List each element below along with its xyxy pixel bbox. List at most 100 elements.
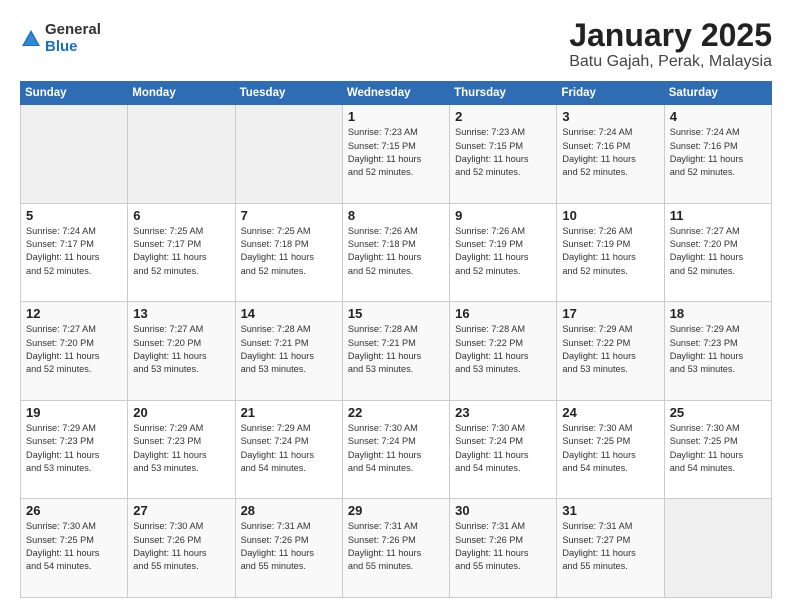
day-info: Sunrise: 7:25 AM Sunset: 7:17 PM Dayligh… bbox=[133, 225, 229, 278]
day-cell: 31Sunrise: 7:31 AM Sunset: 7:27 PM Dayli… bbox=[557, 499, 664, 598]
logo-icon bbox=[20, 28, 42, 50]
header-row: SundayMondayTuesdayWednesdayThursdayFrid… bbox=[21, 82, 772, 105]
day-info: Sunrise: 7:23 AM Sunset: 7:15 PM Dayligh… bbox=[348, 126, 444, 179]
week-row-0: 1 Sunrise: 7:23 AM Sunset: 7:15 PM Daylig… bbox=[21, 105, 772, 204]
day-info: Sunrise: 7:31 AM Sunset: 7:26 PM Dayligh… bbox=[455, 520, 551, 573]
day-info: Sunrise: 7:24 AM Sunset: 7:16 PM Dayligh… bbox=[562, 126, 658, 179]
day-number: 4 bbox=[670, 109, 766, 124]
day-number: 14 bbox=[241, 306, 337, 321]
day-cell bbox=[664, 499, 771, 598]
day-cell: 23Sunrise: 7:30 AM Sunset: 7:24 PM Dayli… bbox=[450, 400, 557, 499]
day-number: 29 bbox=[348, 503, 444, 518]
day-cell: 15 Sunrise: 7:28 AM Sunset: 7:21 PM Dayli… bbox=[342, 302, 449, 401]
day-cell: 11 Sunrise: 7:27 AM Sunset: 7:20 PM Dayli… bbox=[664, 203, 771, 302]
header-cell-sunday: Sunday bbox=[21, 82, 128, 105]
day-number: 28 bbox=[241, 503, 337, 518]
day-cell: 20Sunrise: 7:29 AM Sunset: 7:23 PM Dayli… bbox=[128, 400, 235, 499]
day-info: Sunrise: 7:31 AM Sunset: 7:27 PM Dayligh… bbox=[562, 520, 658, 573]
day-info: Sunrise: 7:26 AM Sunset: 7:18 PM Dayligh… bbox=[348, 225, 444, 278]
day-info: Sunrise: 7:31 AM Sunset: 7:26 PM Dayligh… bbox=[241, 520, 337, 573]
day-number: 11 bbox=[670, 208, 766, 223]
day-cell: 6Sunrise: 7:25 AM Sunset: 7:17 PM Daylig… bbox=[128, 203, 235, 302]
day-info: Sunrise: 7:29 AM Sunset: 7:23 PM Dayligh… bbox=[670, 323, 766, 376]
day-cell: 26 Sunrise: 7:30 AM Sunset: 7:25 PM Dayli… bbox=[21, 499, 128, 598]
day-number: 25 bbox=[670, 405, 766, 420]
day-cell bbox=[235, 105, 342, 204]
day-info: Sunrise: 7:29 AM Sunset: 7:23 PM Dayligh… bbox=[26, 422, 122, 475]
day-info: Sunrise: 7:29 AM Sunset: 7:24 PM Dayligh… bbox=[241, 422, 337, 475]
day-cell: 14 Sunrise: 7:28 AM Sunset: 7:21 PM Dayli… bbox=[235, 302, 342, 401]
day-info: Sunrise: 7:28 AM Sunset: 7:21 PM Dayligh… bbox=[348, 323, 444, 376]
day-number: 17 bbox=[562, 306, 658, 321]
day-cell: 2Sunrise: 7:23 AM Sunset: 7:15 PM Daylig… bbox=[450, 105, 557, 204]
day-cell: 17Sunrise: 7:29 AM Sunset: 7:22 PM Dayli… bbox=[557, 302, 664, 401]
calendar-page: General Blue January 2025 Batu Gajah, Pe… bbox=[0, 0, 792, 612]
day-info: Sunrise: 7:27 AM Sunset: 7:20 PM Dayligh… bbox=[26, 323, 122, 376]
day-number: 30 bbox=[455, 503, 551, 518]
day-number: 10 bbox=[562, 208, 658, 223]
day-cell bbox=[128, 105, 235, 204]
day-info: Sunrise: 7:28 AM Sunset: 7:21 PM Dayligh… bbox=[241, 323, 337, 376]
week-row-4: 26 Sunrise: 7:30 AM Sunset: 7:25 PM Dayli… bbox=[21, 499, 772, 598]
logo-blue: Blue bbox=[45, 39, 101, 56]
day-cell: 12Sunrise: 7:27 AM Sunset: 7:20 PM Dayli… bbox=[21, 302, 128, 401]
day-info: Sunrise: 7:30 AM Sunset: 7:24 PM Dayligh… bbox=[455, 422, 551, 475]
day-info: Sunrise: 7:30 AM Sunset: 7:26 PM Dayligh… bbox=[133, 520, 229, 573]
day-cell: 18 Sunrise: 7:29 AM Sunset: 7:23 PM Dayli… bbox=[664, 302, 771, 401]
week-row-3: 19 Sunrise: 7:29 AM Sunset: 7:23 PM Dayli… bbox=[21, 400, 772, 499]
day-info: Sunrise: 7:28 AM Sunset: 7:22 PM Dayligh… bbox=[455, 323, 551, 376]
day-cell: 9 Sunrise: 7:26 AM Sunset: 7:19 PM Daylig… bbox=[450, 203, 557, 302]
header-cell-saturday: Saturday bbox=[664, 82, 771, 105]
day-info: Sunrise: 7:30 AM Sunset: 7:25 PM Dayligh… bbox=[26, 520, 122, 573]
week-row-1: 5Sunrise: 7:24 AM Sunset: 7:17 PM Daylig… bbox=[21, 203, 772, 302]
day-info: Sunrise: 7:24 AM Sunset: 7:16 PM Dayligh… bbox=[670, 126, 766, 179]
day-info: Sunrise: 7:29 AM Sunset: 7:23 PM Dayligh… bbox=[133, 422, 229, 475]
header: General Blue January 2025 Batu Gajah, Pe… bbox=[20, 18, 772, 71]
logo-general: General bbox=[45, 22, 101, 39]
day-cell: 19 Sunrise: 7:29 AM Sunset: 7:23 PM Dayli… bbox=[21, 400, 128, 499]
day-info: Sunrise: 7:27 AM Sunset: 7:20 PM Dayligh… bbox=[670, 225, 766, 278]
logo: General Blue bbox=[20, 22, 101, 55]
title-block: January 2025 Batu Gajah, Perak, Malaysia bbox=[569, 18, 772, 71]
day-number: 3 bbox=[562, 109, 658, 124]
day-number: 21 bbox=[241, 405, 337, 420]
header-cell-tuesday: Tuesday bbox=[235, 82, 342, 105]
day-number: 8 bbox=[348, 208, 444, 223]
day-info: Sunrise: 7:27 AM Sunset: 7:20 PM Dayligh… bbox=[133, 323, 229, 376]
day-cell: 30 Sunrise: 7:31 AM Sunset: 7:26 PM Dayli… bbox=[450, 499, 557, 598]
day-number: 19 bbox=[26, 405, 122, 420]
day-cell: 1 Sunrise: 7:23 AM Sunset: 7:15 PM Daylig… bbox=[342, 105, 449, 204]
week-row-2: 12Sunrise: 7:27 AM Sunset: 7:20 PM Dayli… bbox=[21, 302, 772, 401]
day-number: 1 bbox=[348, 109, 444, 124]
day-number: 13 bbox=[133, 306, 229, 321]
day-cell: 13 Sunrise: 7:27 AM Sunset: 7:20 PM Dayli… bbox=[128, 302, 235, 401]
calendar-table: SundayMondayTuesdayWednesdayThursdayFrid… bbox=[20, 81, 772, 598]
day-number: 27 bbox=[133, 503, 229, 518]
day-cell: 3 Sunrise: 7:24 AM Sunset: 7:16 PM Daylig… bbox=[557, 105, 664, 204]
day-number: 26 bbox=[26, 503, 122, 518]
day-cell: 4 Sunrise: 7:24 AM Sunset: 7:16 PM Daylig… bbox=[664, 105, 771, 204]
day-cell: 24 Sunrise: 7:30 AM Sunset: 7:25 PM Dayli… bbox=[557, 400, 664, 499]
header-cell-wednesday: Wednesday bbox=[342, 82, 449, 105]
day-info: Sunrise: 7:25 AM Sunset: 7:18 PM Dayligh… bbox=[241, 225, 337, 278]
day-cell bbox=[21, 105, 128, 204]
day-cell: 8 Sunrise: 7:26 AM Sunset: 7:18 PM Daylig… bbox=[342, 203, 449, 302]
header-cell-thursday: Thursday bbox=[450, 82, 557, 105]
day-cell: 16 Sunrise: 7:28 AM Sunset: 7:22 PM Dayli… bbox=[450, 302, 557, 401]
day-number: 5 bbox=[26, 208, 122, 223]
day-number: 18 bbox=[670, 306, 766, 321]
day-number: 15 bbox=[348, 306, 444, 321]
day-number: 9 bbox=[455, 208, 551, 223]
header-cell-monday: Monday bbox=[128, 82, 235, 105]
day-number: 16 bbox=[455, 306, 551, 321]
day-info: Sunrise: 7:26 AM Sunset: 7:19 PM Dayligh… bbox=[455, 225, 551, 278]
day-info: Sunrise: 7:30 AM Sunset: 7:25 PM Dayligh… bbox=[670, 422, 766, 475]
day-cell: 10 Sunrise: 7:26 AM Sunset: 7:19 PM Dayli… bbox=[557, 203, 664, 302]
day-cell: 21 Sunrise: 7:29 AM Sunset: 7:24 PM Dayli… bbox=[235, 400, 342, 499]
day-info: Sunrise: 7:30 AM Sunset: 7:25 PM Dayligh… bbox=[562, 422, 658, 475]
day-number: 22 bbox=[348, 405, 444, 420]
day-number: 24 bbox=[562, 405, 658, 420]
day-info: Sunrise: 7:26 AM Sunset: 7:19 PM Dayligh… bbox=[562, 225, 658, 278]
day-cell: 27 Sunrise: 7:30 AM Sunset: 7:26 PM Dayli… bbox=[128, 499, 235, 598]
day-cell: 5Sunrise: 7:24 AM Sunset: 7:17 PM Daylig… bbox=[21, 203, 128, 302]
